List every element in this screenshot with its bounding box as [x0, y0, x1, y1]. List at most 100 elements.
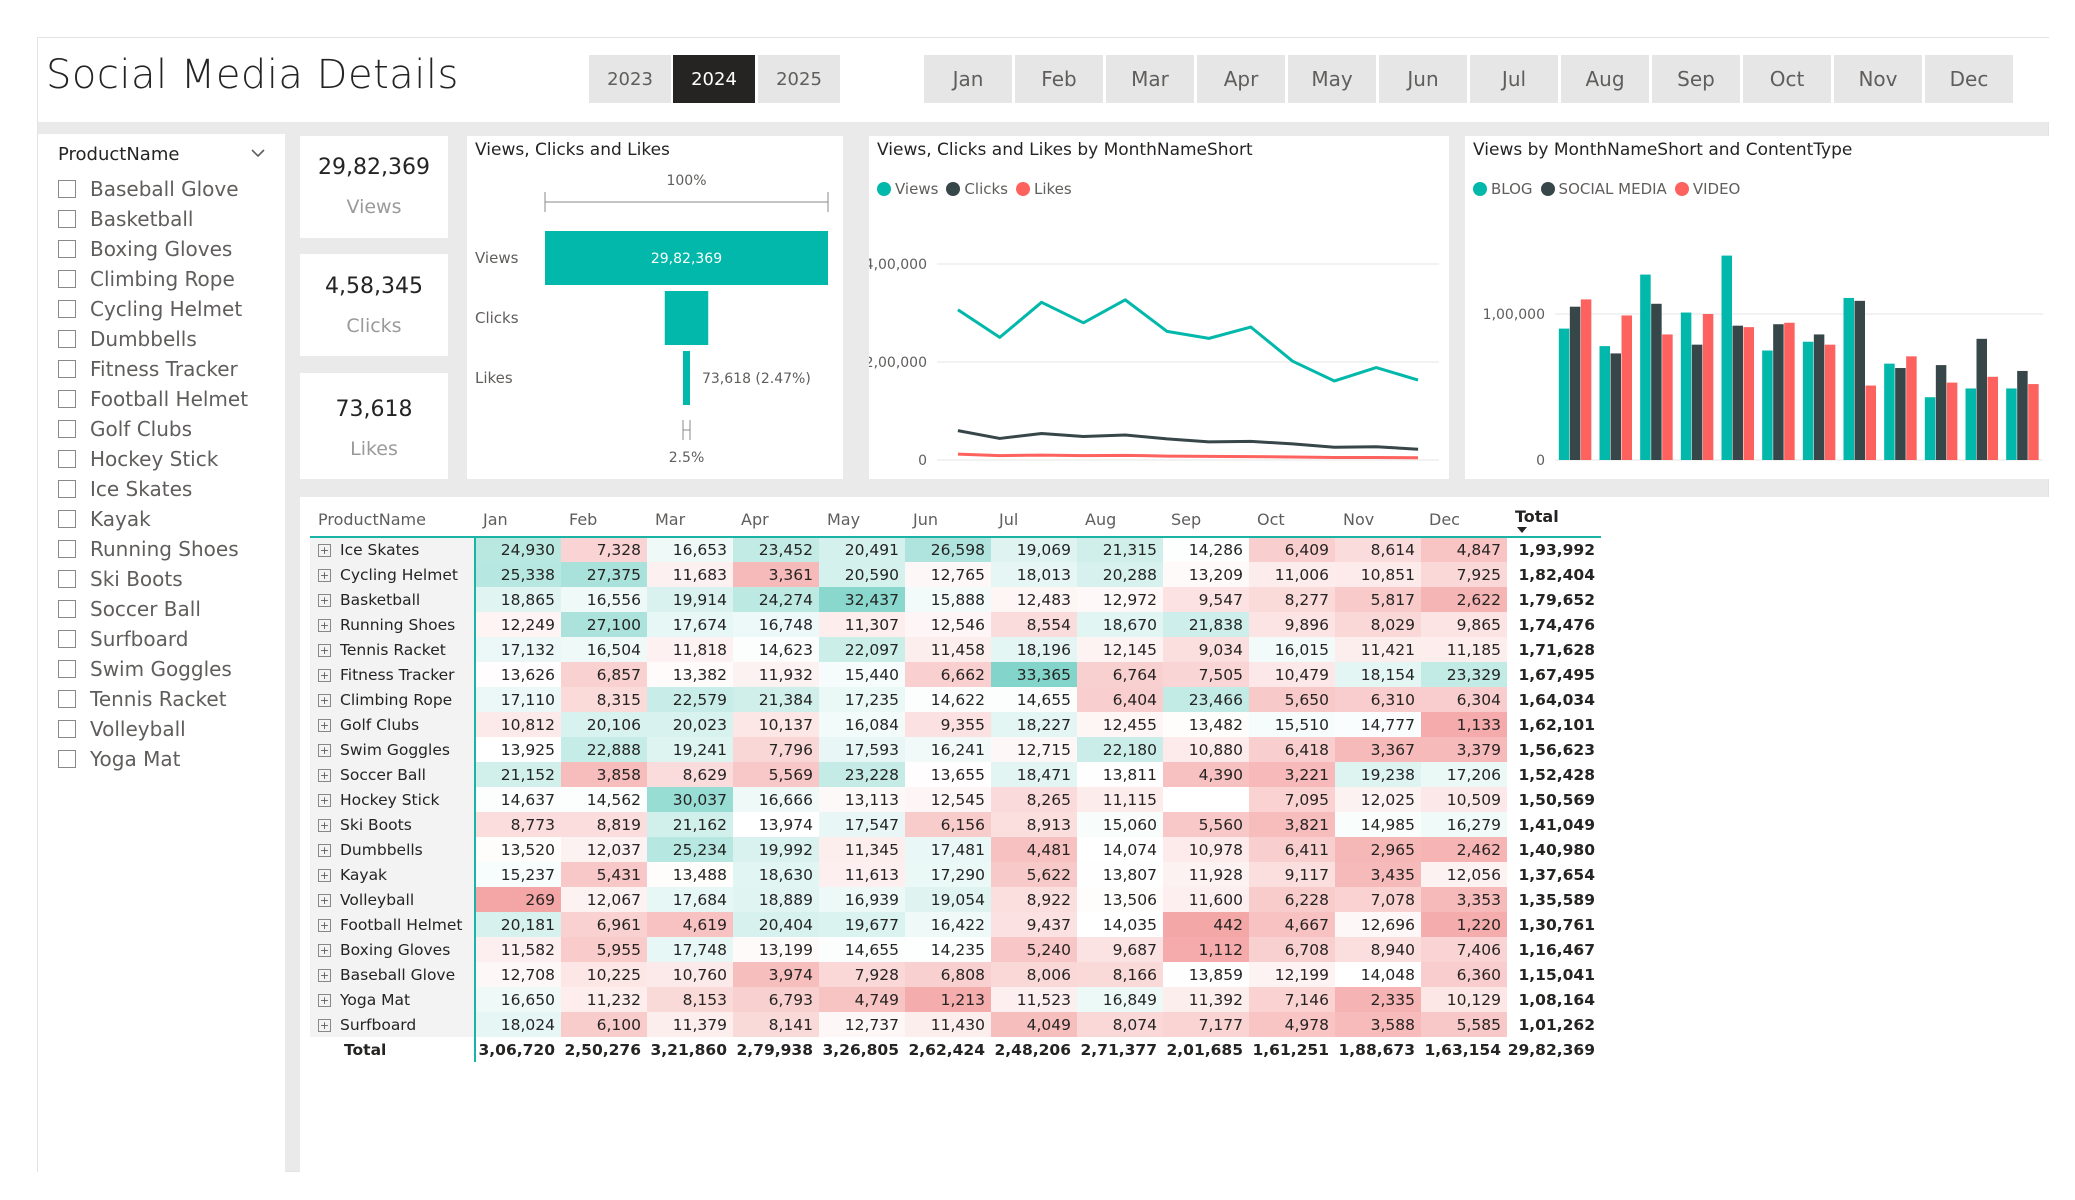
expand-icon[interactable]: +: [318, 643, 331, 657]
expand-icon[interactable]: +: [318, 943, 331, 957]
column-header[interactable]: ProductName: [310, 503, 475, 537]
slicer-item[interactable]: Surfboard: [58, 624, 248, 654]
year-button-2025[interactable]: 2025: [758, 55, 840, 103]
checkbox[interactable]: [58, 750, 76, 768]
checkbox[interactable]: [58, 300, 76, 318]
checkbox[interactable]: [58, 510, 76, 528]
month-button-mar[interactable]: Mar: [1106, 55, 1194, 103]
column-header[interactable]: Jun: [905, 503, 991, 537]
slicer-item[interactable]: Climbing Rope: [58, 264, 248, 294]
checkbox[interactable]: [58, 360, 76, 378]
column-header[interactable]: Nov: [1335, 503, 1421, 537]
checkbox[interactable]: [58, 450, 76, 468]
month-button-oct[interactable]: Oct: [1743, 55, 1831, 103]
column-header[interactable]: Total: [1507, 503, 1601, 537]
checkbox[interactable]: [58, 600, 76, 618]
column-header[interactable]: Feb: [561, 503, 647, 537]
checkbox[interactable]: [58, 570, 76, 588]
slicer-item[interactable]: Football Helmet: [58, 384, 248, 414]
column-header-label: Mar: [655, 510, 686, 529]
table-cell: 13,488: [647, 862, 733, 887]
month-button-jun[interactable]: Jun: [1379, 55, 1467, 103]
checkbox[interactable]: [58, 630, 76, 648]
funnel-category-label: Likes: [475, 369, 513, 387]
month-button-may[interactable]: May: [1288, 55, 1376, 103]
slicer-item[interactable]: Running Shoes: [58, 534, 248, 564]
column-header[interactable]: Dec: [1421, 503, 1507, 537]
month-button-apr[interactable]: Apr: [1197, 55, 1285, 103]
slicer-item[interactable]: Yoga Mat: [58, 744, 248, 774]
expand-icon[interactable]: +: [318, 818, 331, 832]
slicer-item[interactable]: Cycling Helmet: [58, 294, 248, 324]
checkbox[interactable]: [58, 540, 76, 558]
expand-icon[interactable]: +: [318, 593, 331, 607]
slicer-item[interactable]: Volleyball: [58, 714, 248, 744]
year-button-2023[interactable]: 2023: [589, 55, 671, 103]
expand-icon[interactable]: +: [318, 693, 331, 707]
slicer-item[interactable]: Hockey Stick: [58, 444, 248, 474]
month-button-jul[interactable]: Jul: [1470, 55, 1558, 103]
month-button-aug[interactable]: Aug: [1561, 55, 1649, 103]
month-button-jan[interactable]: Jan: [924, 55, 1012, 103]
slicer-item[interactable]: Basketball: [58, 204, 248, 234]
checkbox[interactable]: [58, 390, 76, 408]
column-header[interactable]: Aug: [1077, 503, 1163, 537]
table-cell: 14,985: [1335, 812, 1421, 837]
slicer-item[interactable]: Tennis Racket: [58, 684, 248, 714]
month-button-dec[interactable]: Dec: [1925, 55, 2013, 103]
expand-icon[interactable]: +: [318, 718, 331, 732]
expand-icon[interactable]: +: [318, 868, 331, 882]
table-cell: 11,232: [561, 987, 647, 1012]
column-header[interactable]: Sep: [1163, 503, 1249, 537]
month-button-sep[interactable]: Sep: [1652, 55, 1740, 103]
column-header[interactable]: May: [819, 503, 905, 537]
column-header[interactable]: Jul: [991, 503, 1077, 537]
expand-icon[interactable]: +: [318, 668, 331, 682]
checkbox[interactable]: [58, 240, 76, 258]
column-header-label: Apr: [741, 510, 769, 529]
expand-icon[interactable]: +: [318, 893, 331, 907]
column-header[interactable]: Jan: [475, 503, 561, 537]
month-button-nov[interactable]: Nov: [1834, 55, 1922, 103]
checkbox[interactable]: [58, 180, 76, 198]
expand-icon[interactable]: +: [318, 743, 331, 757]
checkbox[interactable]: [58, 660, 76, 678]
slicer-item[interactable]: Dumbbells: [58, 324, 248, 354]
slicer-item[interactable]: Swim Goggles: [58, 654, 248, 684]
expand-icon[interactable]: +: [318, 618, 331, 632]
expand-icon[interactable]: +: [318, 544, 331, 557]
expand-icon[interactable]: +: [318, 768, 331, 782]
expand-icon[interactable]: +: [318, 793, 331, 807]
checkbox[interactable]: [58, 210, 76, 228]
column-header[interactable]: Apr: [733, 503, 819, 537]
slicer-item[interactable]: Kayak: [58, 504, 248, 534]
checkbox[interactable]: [58, 270, 76, 288]
slicer-item[interactable]: Ski Boots: [58, 564, 248, 594]
slicer-item[interactable]: Boxing Gloves: [58, 234, 248, 264]
checkbox[interactable]: [58, 420, 76, 438]
slicer-item[interactable]: Golf Clubs: [58, 414, 248, 444]
slicer-item[interactable]: Baseball Glove: [58, 174, 248, 204]
funnel-category-label: Views: [475, 249, 519, 267]
expand-icon[interactable]: +: [318, 968, 331, 982]
slicer-item[interactable]: Soccer Ball: [58, 594, 248, 624]
checkbox[interactable]: [58, 480, 76, 498]
expand-icon[interactable]: +: [318, 993, 331, 1007]
expand-icon[interactable]: +: [318, 568, 331, 582]
checkbox[interactable]: [58, 330, 76, 348]
table-cell: 16,241: [905, 737, 991, 762]
table-row: + Ice Skates 24,930 7,328 16,653 23,452 20,491…: [310, 537, 1601, 562]
checkbox[interactable]: [58, 690, 76, 708]
slicer-item[interactable]: Ice Skates: [58, 474, 248, 504]
column-header[interactable]: Mar: [647, 503, 733, 537]
column-header[interactable]: Oct: [1249, 503, 1335, 537]
slicer-item[interactable]: Fitness Tracker: [58, 354, 248, 384]
year-button-2024[interactable]: 2024: [673, 55, 755, 103]
chevron-down-icon[interactable]: [250, 143, 266, 164]
expand-icon[interactable]: +: [318, 1018, 331, 1032]
month-button-feb[interactable]: Feb: [1015, 55, 1103, 103]
checkbox[interactable]: [58, 720, 76, 738]
expand-icon[interactable]: +: [318, 843, 331, 857]
expand-icon[interactable]: +: [318, 918, 331, 932]
total-cell: 2,62,424: [905, 1037, 991, 1062]
